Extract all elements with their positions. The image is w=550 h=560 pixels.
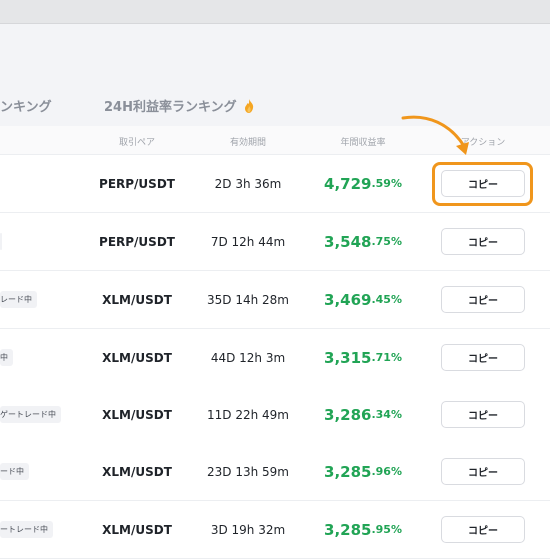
copy-button[interactable]: コピー (441, 228, 525, 255)
status-tag: ゲートレード中 (0, 406, 61, 423)
status-tag: ートレード中 (0, 521, 53, 538)
duration-cell: 7D 12h 44m (210, 234, 286, 249)
pair-cell: XLM/USDT (102, 292, 172, 307)
roi-cell: 3,285.95% (324, 501, 402, 558)
duration-cell: 2D 3h 36m (214, 176, 282, 191)
col-header-pair: 取引ペア (118, 138, 156, 148)
duration-cell: 23D 13h 59m (207, 464, 289, 479)
duration-cell: 35D 14h 28m (207, 292, 289, 307)
roi-integer: 3,469 (324, 290, 372, 309)
flame-icon (244, 98, 253, 113)
table-row: ートレード中 XLM/USDT 3D 19h 32m 3,285.95% コピー (0, 501, 550, 559)
table-row: 中 XLM/USDT 44D 12h 3m 3,315.71% コピー (0, 329, 550, 387)
duration-cell: 11D 22h 49m (207, 407, 289, 422)
tab-24h-roi-ranking[interactable]: 24H利益率ランキング (104, 96, 255, 115)
roi-integer: 3,286 (324, 405, 372, 424)
pair-cell: PERP/USDT (99, 176, 175, 191)
status-tag: ード中 (0, 463, 29, 480)
pair-cell: XLM/USDT (102, 522, 172, 537)
roi-decimal: .75% (371, 235, 402, 248)
roi-integer: 4,729 (324, 174, 372, 193)
curved-arrow-icon (401, 115, 469, 155)
roi-decimal: .71% (371, 351, 402, 364)
tab-previous-ranking[interactable]: ンキング (0, 96, 52, 115)
tab-24h-roi-ranking-label: 24H利益率ランキング (104, 100, 237, 115)
col-header-roi: 年間収益率 (340, 138, 386, 148)
roi-decimal: .59% (371, 177, 402, 190)
roi-decimal: .96% (371, 465, 402, 478)
roi-integer: 3,285 (324, 462, 372, 481)
status-tag: 中 (0, 349, 13, 366)
table-row: PERP/USDT 7D 12h 44m 3,548.75% コピー (0, 213, 550, 271)
copy-button[interactable]: コピー (441, 516, 525, 543)
col-header-duration: 有効期間 (229, 138, 267, 148)
browser-top-bar (0, 0, 550, 24)
roi-integer: 3,548 (324, 232, 372, 251)
status-tag (0, 233, 2, 250)
copy-button[interactable]: コピー (441, 401, 525, 428)
pair-cell: PERP/USDT (99, 234, 175, 249)
status-tag: レード中 (0, 291, 37, 308)
pair-cell: XLM/USDT (102, 464, 172, 479)
table-row: レード中 XLM/USDT 35D 14h 28m 3,469.45% コピー (0, 271, 550, 329)
roi-cell: 3,286.34% (324, 386, 402, 443)
table-row: ード中 XLM/USDT 23D 13h 59m 3,285.96% コピー (0, 443, 550, 501)
pair-cell: XLM/USDT (102, 350, 172, 365)
copy-button[interactable]: コピー (441, 458, 525, 485)
roi-cell: 4,729.59% (324, 155, 402, 212)
roi-integer: 3,315 (324, 348, 372, 367)
roi-cell: 3,548.75% (324, 213, 402, 270)
copy-button[interactable]: コピー (441, 344, 525, 371)
roi-cell: 3,315.71% (324, 329, 402, 386)
copy-button-highlight (432, 162, 533, 206)
roi-cell: 3,285.96% (324, 443, 402, 500)
roi-integer: 3,285 (324, 520, 372, 539)
roi-decimal: .34% (371, 408, 402, 421)
roi-decimal: .95% (371, 523, 402, 536)
copy-button[interactable]: コピー (441, 286, 525, 313)
roi-cell: 3,469.45% (324, 271, 402, 328)
table-row: ゲートレード中 XLM/USDT 11D 22h 49m 3,286.34% コ… (0, 386, 550, 444)
duration-cell: 44D 12h 3m (210, 350, 286, 365)
pair-cell: XLM/USDT (102, 407, 172, 422)
roi-decimal: .45% (371, 293, 402, 306)
duration-cell: 3D 19h 32m (210, 522, 286, 537)
